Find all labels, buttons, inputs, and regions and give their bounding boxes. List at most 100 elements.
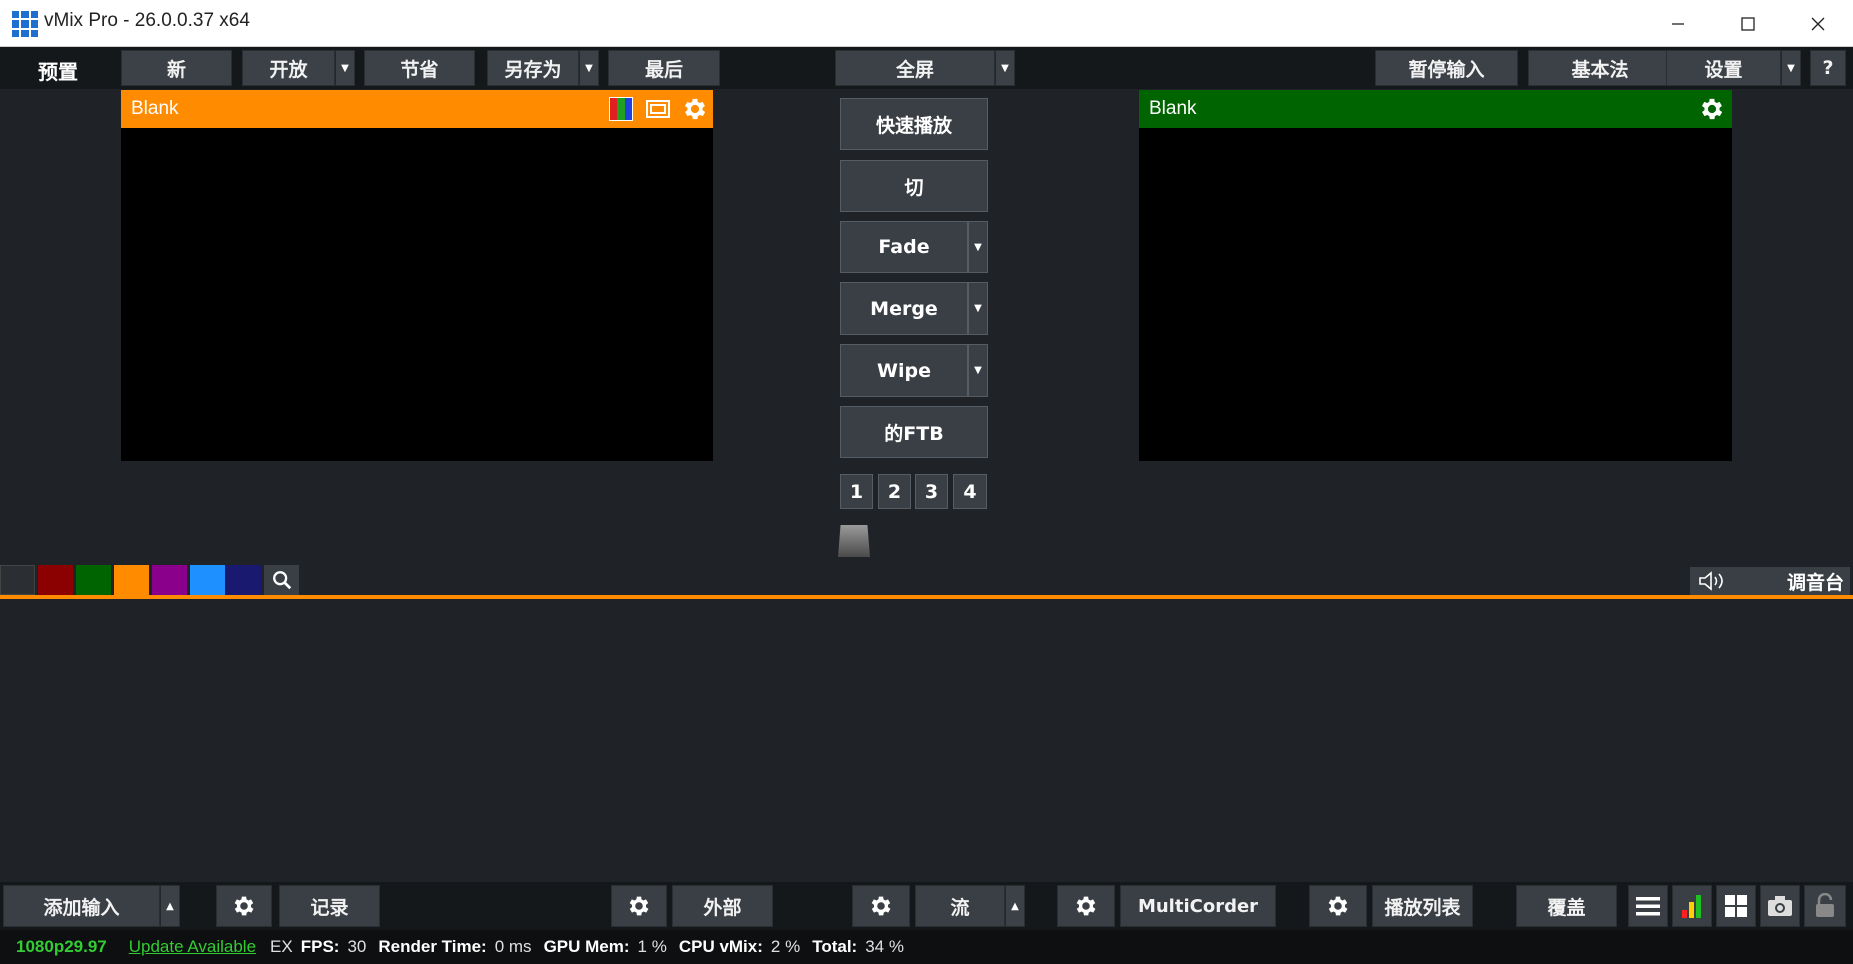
- output-video[interactable]: [1139, 128, 1732, 461]
- close-button[interactable]: [1783, 0, 1853, 47]
- stream-dropdown-button[interactable]: ▲: [1005, 885, 1025, 927]
- preview-label: 预置: [38, 60, 78, 84]
- snapshot-button[interactable]: [1760, 885, 1800, 927]
- settings-dropdown-button[interactable]: ▼: [1781, 50, 1801, 86]
- color-filter-purple[interactable]: [152, 565, 187, 595]
- stream-button[interactable]: 流: [915, 885, 1005, 927]
- quick-play-button[interactable]: 快速播放: [840, 98, 988, 150]
- open-button[interactable]: 开放: [242, 50, 335, 86]
- color-filter-red[interactable]: [38, 565, 73, 595]
- basic-button[interactable]: 基本法: [1528, 50, 1672, 86]
- transition-number-1-button[interactable]: 1: [840, 474, 873, 509]
- color-filter-orange[interactable]: [114, 565, 149, 595]
- cpu-vmix-label: CPU vMix:: [678, 937, 763, 956]
- minimize-icon: [1672, 22, 1684, 25]
- overlay-button[interactable]: 覆盖: [1516, 885, 1617, 927]
- output-title: Blank: [1149, 98, 1197, 119]
- color-filter-green[interactable]: [76, 565, 111, 595]
- title-bar: vMix Pro - 26.0.0.37 x64: [0, 0, 1853, 47]
- update-available-link[interactable]: Update Available: [129, 937, 256, 957]
- close-icon: [1811, 17, 1825, 30]
- chevron-down-icon: ▼: [974, 365, 982, 376]
- lock-icon: [1816, 893, 1834, 917]
- fullscreen-button[interactable]: 全屏: [835, 50, 995, 86]
- transition-number-3-button[interactable]: 3: [915, 474, 948, 509]
- render-time-value: 0 ms: [494, 937, 532, 956]
- stream-settings-button[interactable]: [852, 885, 910, 927]
- playlist-settings-button[interactable]: [1309, 885, 1367, 927]
- fps-value: 30: [347, 937, 367, 956]
- lock-button[interactable]: [1804, 885, 1846, 927]
- chevron-down-icon: ▼: [1001, 62, 1009, 74]
- chevron-up-icon: ▲: [166, 900, 174, 912]
- merge-dropdown-button[interactable]: ▼: [968, 282, 988, 335]
- fade-button[interactable]: Fade: [840, 221, 968, 273]
- merge-button[interactable]: Merge: [840, 282, 968, 335]
- t-bar-slider[interactable]: [838, 525, 870, 557]
- audio-meters-button[interactable]: [1672, 885, 1712, 927]
- gear-icon: [1328, 896, 1348, 916]
- save-as-dropdown-button[interactable]: ▼: [579, 50, 599, 86]
- color-filter-navy[interactable]: [226, 565, 261, 595]
- record-button[interactable]: 记录: [279, 885, 380, 927]
- help-button[interactable]: ?: [1810, 50, 1846, 86]
- total-label: Total:: [812, 937, 858, 956]
- open-dropdown-button[interactable]: ▼: [335, 50, 355, 86]
- preview-title: Blank: [131, 98, 179, 119]
- total-value: 34 %: [865, 937, 904, 956]
- multicorder-settings-button[interactable]: [1057, 885, 1115, 927]
- input-list-area[interactable]: [0, 599, 1853, 882]
- output-settings-gear-icon[interactable]: [1698, 95, 1726, 123]
- playlist-button[interactable]: 播放列表: [1372, 885, 1473, 927]
- wipe-dropdown-button[interactable]: ▼: [968, 344, 988, 397]
- chevron-down-icon: ▼: [974, 241, 982, 253]
- settings-button[interactable]: 设置: [1666, 50, 1781, 86]
- add-input-dropdown-button[interactable]: ▲: [160, 885, 180, 927]
- wipe-button[interactable]: Wipe: [840, 344, 968, 397]
- multicorder-button[interactable]: MultiCorder: [1120, 885, 1276, 927]
- transition-number-2-button[interactable]: 2: [878, 474, 911, 509]
- maximize-button[interactable]: [1713, 0, 1783, 47]
- color-filter-all[interactable]: [0, 565, 35, 595]
- preview-pane: Blank: [121, 90, 713, 461]
- list-view-button[interactable]: [1628, 885, 1668, 927]
- audio-mixer-button[interactable]: 调音台: [1690, 567, 1850, 595]
- new-button[interactable]: 新: [121, 50, 232, 86]
- color-filter-blue[interactable]: [190, 565, 225, 595]
- preview-settings-gear-icon[interactable]: [681, 95, 709, 123]
- transition-number-4-button[interactable]: 4: [953, 474, 987, 509]
- ftb-button[interactable]: 的FTB: [840, 406, 988, 458]
- chevron-up-icon: ▲: [1011, 900, 1019, 912]
- save-button[interactable]: 节省: [364, 50, 475, 86]
- record-settings-button[interactable]: [216, 885, 272, 927]
- minimize-button[interactable]: [1643, 0, 1713, 47]
- fade-dropdown-button[interactable]: ▼: [968, 221, 988, 273]
- chevron-down-icon: ▼: [585, 62, 593, 74]
- cut-button[interactable]: 切: [840, 160, 988, 212]
- output-header: Blank: [1139, 90, 1732, 128]
- vmix-logo-icon: [12, 11, 38, 37]
- safe-area-icon[interactable]: [645, 97, 671, 121]
- preview-video[interactable]: [121, 128, 713, 461]
- grid-icon: [1725, 895, 1747, 917]
- search-button[interactable]: [264, 565, 299, 595]
- gpu-mem-value: 1 %: [637, 937, 667, 956]
- speaker-icon: [1699, 571, 1723, 591]
- pause-inputs-button[interactable]: 暂停输入: [1375, 50, 1518, 86]
- external-button[interactable]: 外部: [672, 885, 773, 927]
- camera-icon: [1768, 896, 1792, 916]
- color-bars-icon[interactable]: [609, 97, 633, 121]
- add-input-button[interactable]: 添加输入: [3, 885, 160, 927]
- search-icon: [272, 571, 291, 590]
- multiview-button[interactable]: [1716, 885, 1756, 927]
- gear-icon: [1076, 896, 1096, 916]
- external-settings-button[interactable]: [611, 885, 667, 927]
- chevron-down-icon: ▼: [341, 62, 349, 74]
- render-time-label: Render Time:: [378, 937, 487, 956]
- gear-icon: [234, 896, 254, 916]
- save-as-button[interactable]: 另存为: [487, 50, 579, 86]
- chevron-down-icon: ▼: [1787, 62, 1795, 74]
- fullscreen-dropdown-button[interactable]: ▼: [995, 50, 1015, 86]
- audio-mixer-label: 调音台: [1786, 571, 1844, 594]
- last-button[interactable]: 最后: [608, 50, 720, 86]
